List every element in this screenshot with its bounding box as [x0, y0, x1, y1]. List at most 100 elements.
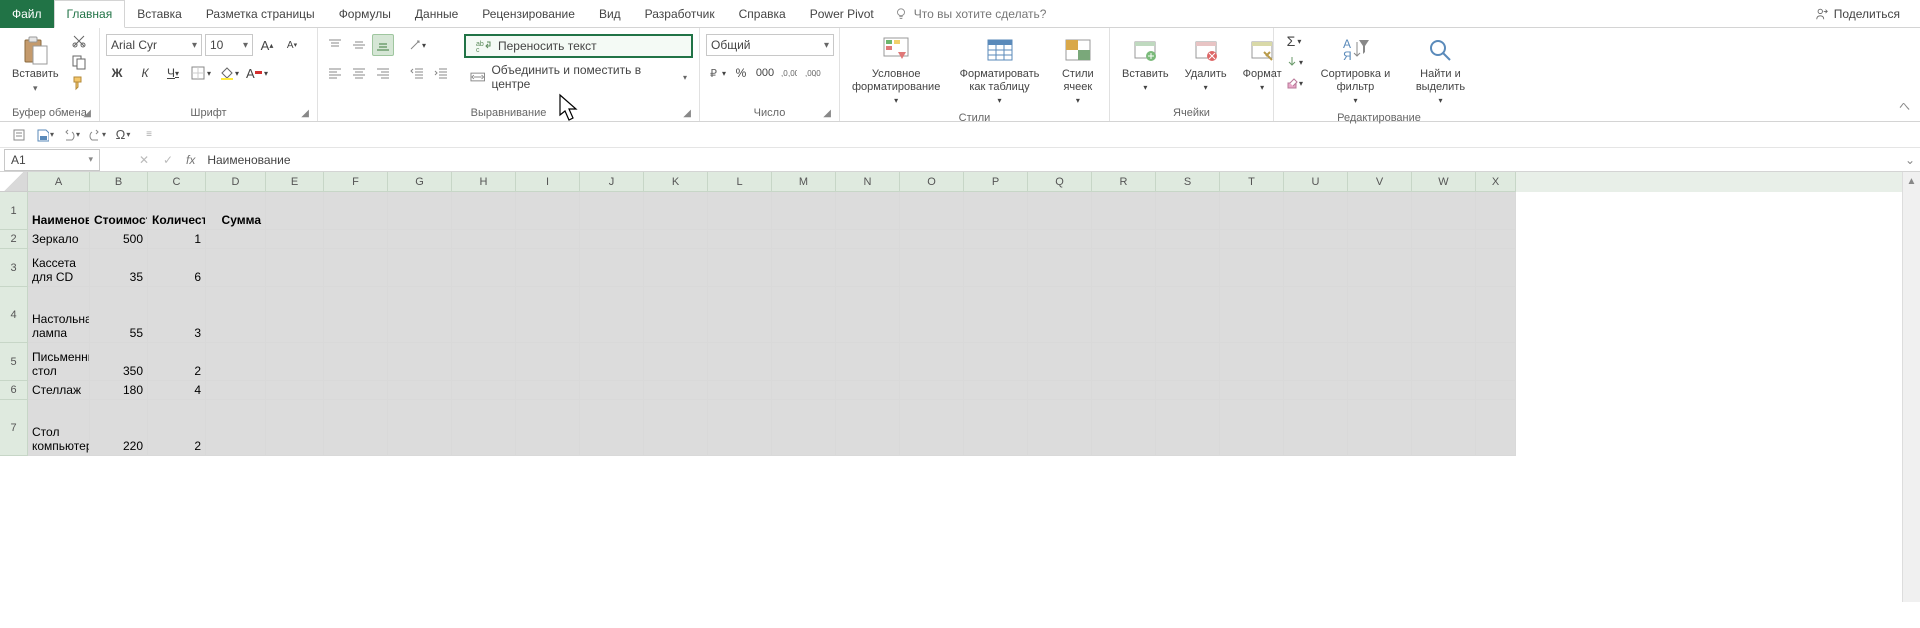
cell[interactable] — [516, 343, 580, 381]
dialog-launcher-icon[interactable]: ◢ — [823, 108, 831, 119]
increase-decimal-button[interactable]: ,0,00 — [778, 62, 800, 84]
cell[interactable] — [964, 249, 1028, 287]
cell[interactable] — [836, 400, 900, 456]
cell[interactable] — [1028, 192, 1092, 230]
cell[interactable] — [206, 249, 266, 287]
font-color-button[interactable]: А▾ — [246, 62, 268, 84]
cell[interactable] — [516, 192, 580, 230]
cell[interactable] — [964, 400, 1028, 456]
scroll-up-icon[interactable]: ▲ — [1903, 172, 1920, 190]
formula-input[interactable]: Наименование — [201, 153, 1900, 167]
wrap-text-button[interactable]: abc Переносить текст — [464, 34, 693, 58]
cell[interactable] — [516, 400, 580, 456]
cell[interactable]: Сумма — [206, 192, 266, 230]
cell[interactable] — [1284, 287, 1348, 343]
cell[interactable] — [772, 400, 836, 456]
cell[interactable] — [452, 287, 516, 343]
row-header[interactable]: 7 — [0, 400, 28, 456]
cell[interactable]: Наименование — [28, 192, 90, 230]
cell[interactable]: 35 — [90, 249, 148, 287]
cell[interactable] — [1348, 192, 1412, 230]
cell[interactable] — [964, 230, 1028, 249]
cell[interactable] — [836, 230, 900, 249]
cell[interactable] — [772, 249, 836, 287]
column-header[interactable]: A — [28, 172, 90, 192]
cell[interactable] — [266, 192, 324, 230]
cell[interactable] — [1476, 230, 1516, 249]
cell[interactable]: 55 — [90, 287, 148, 343]
sort-filter-button[interactable]: АЯ Сортировка и фильтр▾ — [1312, 30, 1399, 110]
cell[interactable] — [1412, 230, 1476, 249]
cell[interactable] — [516, 230, 580, 249]
cell-styles-button[interactable]: Стили ячеек▾ — [1053, 30, 1103, 110]
cell[interactable] — [1092, 400, 1156, 456]
cell[interactable] — [580, 287, 644, 343]
tab-данные[interactable]: Данные — [403, 0, 470, 28]
cell[interactable] — [772, 192, 836, 230]
cell[interactable] — [388, 343, 452, 381]
cell[interactable] — [964, 381, 1028, 400]
redo-button[interactable]: ▾ — [88, 126, 106, 144]
accounting-format-button[interactable]: ₽▾ — [706, 62, 728, 84]
save-button[interactable]: ▾ — [36, 126, 54, 144]
cell[interactable] — [388, 400, 452, 456]
cell[interactable]: 1 — [148, 230, 206, 249]
tab-file[interactable]: Файл — [0, 0, 54, 28]
tell-me[interactable]: Что вы хотите сделать? — [894, 7, 1047, 21]
cell[interactable]: Настольная лампа — [28, 287, 90, 343]
cell[interactable] — [772, 287, 836, 343]
borders-button[interactable]: ▾ — [190, 62, 212, 84]
cell[interactable] — [1412, 343, 1476, 381]
cell[interactable] — [580, 249, 644, 287]
expand-formula-bar-button[interactable]: ⌄ — [1900, 153, 1920, 167]
column-header[interactable]: O — [900, 172, 964, 192]
cell[interactable] — [452, 400, 516, 456]
cell[interactable] — [1476, 400, 1516, 456]
name-box[interactable]: A1▾ — [4, 149, 100, 171]
cell[interactable] — [1284, 343, 1348, 381]
cell[interactable] — [644, 249, 708, 287]
cell[interactable] — [452, 249, 516, 287]
cell[interactable] — [644, 230, 708, 249]
cell[interactable] — [580, 381, 644, 400]
cell[interactable] — [1220, 249, 1284, 287]
cell[interactable] — [516, 381, 580, 400]
cell[interactable] — [1092, 249, 1156, 287]
cell[interactable] — [1220, 192, 1284, 230]
cell[interactable] — [836, 287, 900, 343]
clear-button[interactable]: ▾ — [1280, 74, 1308, 92]
share-button[interactable]: Поделиться — [1815, 7, 1900, 21]
collapse-ribbon-button[interactable]: へ — [1899, 28, 1920, 121]
tab-вставка[interactable]: Вставка — [125, 0, 194, 28]
column-header[interactable]: B — [90, 172, 148, 192]
cell[interactable] — [266, 249, 324, 287]
cell[interactable] — [1092, 230, 1156, 249]
cell[interactable] — [324, 381, 388, 400]
cell[interactable] — [580, 192, 644, 230]
tab-главная[interactable]: Главная — [54, 0, 126, 28]
cell[interactable] — [964, 287, 1028, 343]
cell[interactable] — [900, 230, 964, 249]
tab-разметка страницы[interactable]: Разметка страницы — [194, 0, 327, 28]
cell[interactable] — [266, 343, 324, 381]
qat-customize-button[interactable]: ≡ — [140, 126, 158, 144]
cell[interactable] — [266, 381, 324, 400]
cell[interactable] — [1028, 400, 1092, 456]
cell[interactable] — [900, 381, 964, 400]
cell[interactable] — [206, 230, 266, 249]
cell[interactable] — [324, 230, 388, 249]
cell[interactable] — [1220, 400, 1284, 456]
cell[interactable] — [900, 249, 964, 287]
cell[interactable] — [1476, 287, 1516, 343]
qat-button-1[interactable] — [10, 126, 28, 144]
align-middle-button[interactable] — [348, 34, 370, 56]
dialog-launcher-icon[interactable]: ◢ — [301, 108, 309, 119]
cell[interactable] — [388, 192, 452, 230]
cell[interactable] — [1348, 381, 1412, 400]
cell[interactable] — [708, 381, 772, 400]
tab-справка[interactable]: Справка — [727, 0, 798, 28]
cell[interactable] — [1348, 287, 1412, 343]
cell[interactable] — [900, 287, 964, 343]
cell[interactable] — [1284, 249, 1348, 287]
align-right-button[interactable] — [372, 62, 394, 84]
